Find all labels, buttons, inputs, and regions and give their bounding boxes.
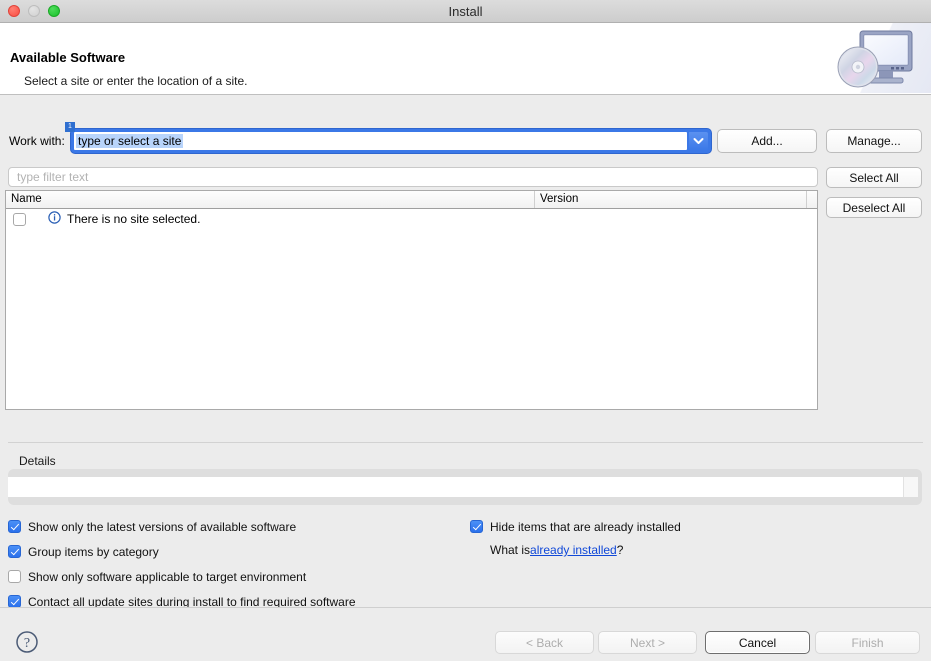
options-right-column: Hide items that are already installed Wh… [470,514,910,561]
what-is-suffix: ? [617,543,624,557]
table-header: Name Version [6,191,817,209]
option-label: Hide items that are already installed [490,520,681,534]
content-assist-badge: 1 [65,122,75,132]
close-button[interactable] [8,5,20,17]
option-label: Show only the latest versions of availab… [28,520,296,534]
option-label: Group items by category [28,545,159,559]
work-with-label: Work with: [9,134,65,148]
info-icon [48,211,61,227]
svg-text:?: ? [24,636,30,651]
help-question-icon[interactable]: ? [15,630,39,654]
page-title: Available Software [10,51,125,64]
chevron-down-icon[interactable] [689,132,708,150]
option-label: Show only software applicable to target … [28,570,306,584]
install-dialog-window: Install Available Software Select a site… [0,0,931,661]
what-is-already-installed-row: What is already installed ? [490,539,910,561]
already-installed-link[interactable]: already installed [530,543,617,557]
details-text-area[interactable] [8,477,912,497]
window-controls [8,5,60,17]
option-target-environment[interactable]: Show only software applicable to target … [8,564,448,589]
install-monitor-disc-icon [831,23,931,93]
option-group-by-category[interactable]: Group items by category [8,539,448,564]
checkbox-hide-installed[interactable] [470,520,483,533]
options-left-column: Show only the latest versions of availab… [8,514,448,614]
dialog-body: Work with: type or select a site 1 Add..… [0,95,931,607]
deselect-all-button[interactable]: Deselect All [826,197,922,218]
checkbox-target-environment[interactable] [8,570,21,583]
what-is-prefix: What is [490,543,530,557]
option-hide-installed[interactable]: Hide items that are already installed [470,514,910,539]
work-with-combobox[interactable]: type or select a site 1 [71,129,711,153]
column-header-version[interactable]: Version [534,191,806,208]
select-all-button[interactable]: Select All [826,167,922,188]
details-scroll-corner[interactable] [903,477,918,497]
wizard-header-banner: Available Software Select a site or ente… [0,23,931,95]
window-titlebar: Install [0,0,931,23]
filter-input[interactable] [8,167,818,187]
dialog-footer: ? < Back Next > Cancel Finish [0,607,931,661]
checkbox-latest-versions[interactable] [8,520,21,533]
cancel-button[interactable]: Cancel [705,631,810,654]
manage-sites-button[interactable]: Manage... [826,129,922,153]
window-title: Install [0,4,931,19]
row-checkbox[interactable] [13,213,26,226]
finish-button[interactable]: Finish [815,631,920,654]
add-site-button[interactable]: Add... [717,129,817,153]
details-label: Details [19,454,56,468]
column-header-extra[interactable] [806,191,817,208]
option-latest-versions[interactable]: Show only the latest versions of availab… [8,514,448,539]
zoom-button[interactable] [48,5,60,17]
table-row[interactable]: There is no site selected. [6,209,817,229]
work-with-value[interactable]: type or select a site [76,134,183,148]
back-button[interactable]: < Back [495,631,594,654]
checkbox-group-by-category[interactable] [8,545,21,558]
next-button[interactable]: Next > [598,631,697,654]
column-header-name[interactable]: Name [6,191,534,208]
row-name-cell: There is no site selected. [67,212,200,226]
section-divider [8,442,923,443]
available-software-table: Name Version There is no site selected. [5,190,818,410]
details-panel [8,469,922,505]
minimize-button[interactable] [28,5,40,17]
page-subtitle: Select a site or enter the location of a… [24,75,247,87]
